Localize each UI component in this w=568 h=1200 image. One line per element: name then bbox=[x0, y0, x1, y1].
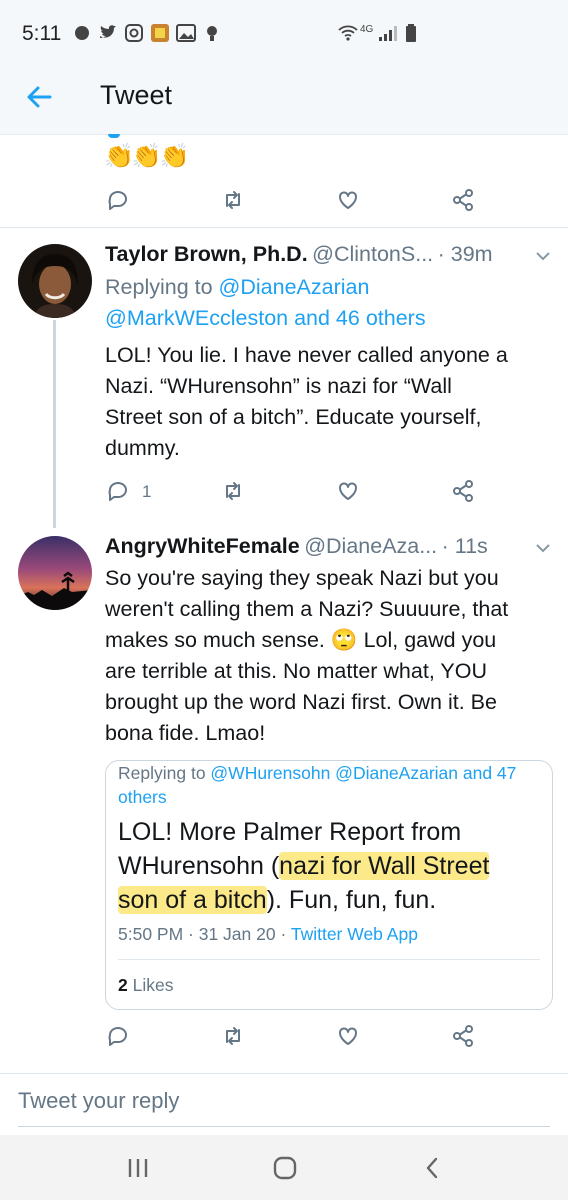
display-name[interactable]: Taylor Brown, Ph.D. bbox=[105, 242, 308, 266]
tweet-time: · 11s bbox=[441, 534, 488, 558]
tweet-actions bbox=[0, 185, 568, 217]
source-link[interactable]: Twitter Web App bbox=[291, 924, 418, 944]
share-icon[interactable] bbox=[448, 476, 478, 506]
highlighted-text: nazi for Wall Street bbox=[279, 852, 490, 880]
like-icon[interactable] bbox=[333, 1021, 363, 1051]
gallery-icon bbox=[176, 24, 196, 42]
likes-stat[interactable]: 2 Likes bbox=[118, 975, 173, 996]
share-icon[interactable] bbox=[448, 1021, 478, 1051]
tweet-time: · 39m bbox=[437, 242, 493, 266]
quote-text: LOL! More Palmer Report from WHurensohn … bbox=[118, 818, 490, 914]
app-icon bbox=[151, 24, 169, 42]
chevron-down-icon[interactable] bbox=[535, 542, 551, 554]
top-app-bar: Tweet bbox=[0, 62, 568, 135]
status-time: 5:11 bbox=[22, 22, 62, 45]
mention-link[interactable]: @MarkWEccleston and 46 others bbox=[105, 303, 426, 334]
tweet-header: Taylor Brown, Ph.D. @ClintonS... · 39m bbox=[105, 242, 493, 267]
like-icon[interactable] bbox=[333, 185, 363, 215]
tweet-actions: 1 bbox=[0, 476, 568, 508]
tweet-text: So you're saying they speak Nazi but you… bbox=[105, 566, 509, 745]
signal-icon bbox=[379, 26, 397, 41]
retweet-icon[interactable] bbox=[218, 1021, 248, 1051]
quoted-tweet[interactable]: Replying to @WHurensohn @DianeAzarian an… bbox=[105, 760, 553, 1010]
status-bar: 5:11 4G bbox=[0, 0, 568, 62]
divider bbox=[0, 227, 568, 228]
battery-icon bbox=[406, 24, 416, 42]
replying-to: Replying to @DianeAzarian bbox=[105, 275, 370, 299]
mention-link[interactable]: @DianeAzarian bbox=[219, 275, 370, 299]
page-title: Tweet bbox=[100, 80, 173, 110]
share-icon[interactable] bbox=[448, 185, 478, 215]
mention-link[interactable]: @WHurensohn @DianeAzarian and 47 bbox=[210, 763, 516, 783]
like-icon[interactable] bbox=[333, 476, 363, 506]
notification-icon bbox=[75, 26, 89, 40]
reply-icon[interactable] bbox=[103, 476, 133, 506]
recent-apps-icon[interactable] bbox=[126, 1157, 150, 1179]
tweet-actions bbox=[0, 1021, 568, 1053]
reply-icon[interactable] bbox=[103, 185, 133, 215]
input-underline bbox=[18, 1126, 550, 1127]
user-handle[interactable]: @DianeAza... bbox=[304, 534, 437, 558]
divider bbox=[118, 959, 540, 960]
retweet-icon[interactable] bbox=[218, 476, 248, 506]
reply-input[interactable]: Tweet your reply bbox=[18, 1088, 179, 1114]
bulb-icon bbox=[207, 26, 217, 41]
wifi-icon bbox=[338, 25, 358, 41]
tweet-header: AngryWhiteFemale @DianeAza... · 11s bbox=[105, 534, 488, 559]
display-name[interactable]: AngryWhiteFemale bbox=[105, 534, 300, 558]
highlighted-text: son of a bitch bbox=[118, 886, 267, 914]
reply-icon[interactable] bbox=[103, 1021, 133, 1051]
user-handle[interactable]: @ClintonS... bbox=[312, 242, 433, 266]
reply-count: 1 bbox=[142, 482, 152, 501]
back-icon[interactable] bbox=[424, 1156, 440, 1180]
network-type: 4G bbox=[360, 24, 374, 35]
system-nav-bar bbox=[0, 1135, 568, 1200]
home-icon[interactable] bbox=[272, 1155, 298, 1181]
mention-link[interactable]: others bbox=[118, 787, 167, 807]
reply-bar: Tweet your reply bbox=[0, 1073, 568, 1136]
likes-count: 2 bbox=[118, 975, 128, 995]
clap-emoji: 👏👏👏 bbox=[104, 143, 190, 170]
avatar[interactable] bbox=[18, 536, 92, 610]
truncated-mention bbox=[108, 134, 138, 138]
quote-replying-to: Replying to @WHurensohn @DianeAzarian an… bbox=[118, 763, 517, 807]
chevron-down-icon[interactable] bbox=[535, 250, 551, 262]
instagram-icon bbox=[125, 24, 143, 42]
twitter-bird-icon bbox=[100, 25, 116, 38]
quote-timestamp: 5:50 PM · 31 Jan 20 · Twitter Web App bbox=[118, 924, 418, 944]
retweet-icon[interactable] bbox=[218, 185, 248, 215]
back-arrow-icon[interactable] bbox=[24, 82, 54, 112]
avatar[interactable] bbox=[18, 244, 92, 318]
tweet-text: LOL! You lie. I have never called anyone… bbox=[105, 343, 508, 460]
